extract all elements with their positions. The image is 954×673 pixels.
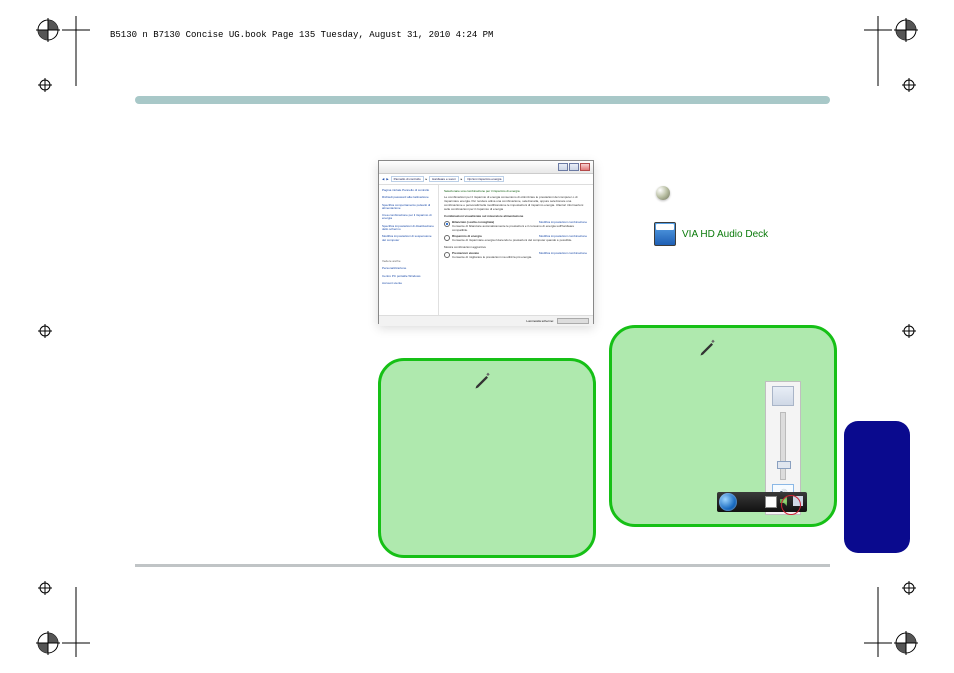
registration-mark-icon: [894, 18, 918, 42]
main-panel: Selezionare una combinazione per il risp…: [439, 185, 593, 315]
pencil-icon: [698, 338, 718, 358]
sidebar: Pagina iniziale Pannello di controllo Ri…: [379, 185, 439, 315]
panel-heading: Selezionare una combinazione per il risp…: [444, 189, 588, 193]
tray-network-icon[interactable]: [793, 496, 803, 506]
registration-mark-icon: [36, 18, 60, 42]
sidebar-heading: Vedere anche: [382, 260, 435, 263]
power-options-window: ◀▶ Pannello di controllo ▸ Hardware e su…: [378, 160, 594, 324]
breadcrumb-segment[interactable]: Opzioni risparmio energia: [464, 176, 504, 182]
window-titlebar[interactable]: [379, 161, 593, 174]
power-plan-option[interactable]: Risparmio di energia Consente di risparm…: [444, 234, 588, 242]
corner-bracket-icon: [62, 585, 96, 657]
taskbar[interactable]: [717, 492, 807, 512]
plan-desc: Consente di risparmiare energia riducend…: [452, 238, 572, 242]
breadcrumb-segment[interactable]: Hardware e suoni: [429, 176, 459, 182]
via-audio-icon: [654, 222, 676, 246]
crop-target-icon: [902, 581, 916, 595]
section-label: Combinazioni visualizzate sul misuratore…: [444, 214, 588, 218]
section-divider-bottom: [135, 564, 830, 567]
crop-target-icon: [38, 581, 52, 595]
sidebar-link[interactable]: Specifica impostazioni di disattivazione…: [382, 225, 435, 232]
audio-deck-launcher[interactable]: VIA HD Audio Deck: [654, 222, 768, 246]
section-label: Mostra combinazioni aggiuntive: [444, 245, 588, 249]
sidebar-link[interactable]: Crea combinazione per il risparmio di en…: [382, 214, 435, 221]
crop-target-icon: [902, 78, 916, 92]
radio-icon: [444, 252, 450, 258]
sidebar-link[interactable]: Personalizzazione: [382, 267, 435, 270]
window-footer: Luminosità schermo:: [379, 315, 593, 326]
sidebar-link[interactable]: Modifica impostazioni di sospensione del…: [382, 235, 435, 242]
tray-flag-icon[interactable]: [765, 496, 777, 508]
change-plan-link[interactable]: Modifica impostazioni combinazione: [539, 220, 587, 224]
registration-mark-icon: [894, 631, 918, 655]
bullet-sphere-icon: [656, 186, 670, 200]
volume-slider-thumb[interactable]: [777, 461, 791, 469]
corner-bracket-icon: [858, 585, 892, 657]
maximize-button[interactable]: [569, 163, 579, 171]
breadcrumb-segment[interactable]: Pannello di controllo: [391, 176, 424, 182]
sidebar-link[interactable]: Pagina iniziale Pannello di controllo: [382, 189, 435, 192]
panel-intro: Le combinazioni per il risparmio di ener…: [444, 195, 588, 211]
brightness-slider[interactable]: [557, 318, 589, 324]
start-orb-icon[interactable]: [719, 493, 737, 511]
page-tab: [844, 421, 910, 553]
volume-slider-track[interactable]: [780, 412, 786, 480]
speaker-icon: [772, 386, 794, 406]
page-header-text: B5130 n B7130 Concise UG.book Page 135 T…: [110, 30, 493, 40]
sidebar-link[interactable]: Specifica comportamento pulsanti di alim…: [382, 204, 435, 211]
corner-bracket-icon: [62, 16, 96, 88]
crop-target-icon: [38, 324, 52, 338]
brightness-label: Luminosità schermo:: [526, 319, 554, 323]
note-callout: [378, 358, 596, 558]
change-plan-link[interactable]: Modifica impostazioni combinazione: [539, 234, 587, 238]
radio-icon: [444, 221, 450, 227]
minimize-button[interactable]: [558, 163, 568, 171]
sidebar-link[interactable]: Account utente: [382, 282, 435, 285]
crop-target-icon: [38, 78, 52, 92]
power-plan-option[interactable]: Prestazioni elevate Consente di migliora…: [444, 251, 588, 259]
change-plan-link[interactable]: Modifica impostazioni combinazione: [539, 251, 587, 255]
tray-volume-icon[interactable]: [780, 496, 790, 506]
pencil-icon: [473, 371, 493, 391]
breadcrumb[interactable]: ◀▶ Pannello di controllo ▸ Hardware e su…: [379, 174, 593, 185]
close-button[interactable]: [580, 163, 590, 171]
sidebar-link[interactable]: Richiedi password alla riattivazione: [382, 196, 435, 199]
section-divider-top: [135, 96, 830, 104]
corner-bracket-icon: [858, 16, 892, 88]
crop-target-icon: [902, 324, 916, 338]
radio-icon: [444, 235, 450, 241]
audio-deck-label: VIA HD Audio Deck: [682, 229, 768, 240]
plan-desc: Consente di bilanciare automaticamente l…: [452, 224, 588, 232]
power-plan-option[interactable]: Bilanciato (scelta consigliata) Consente…: [444, 220, 588, 232]
sidebar-link[interactable]: Centro PC portatile Windows: [382, 275, 435, 278]
registration-mark-icon: [36, 631, 60, 655]
plan-desc: Consente di migliorare le prestazioni ma…: [452, 255, 532, 259]
